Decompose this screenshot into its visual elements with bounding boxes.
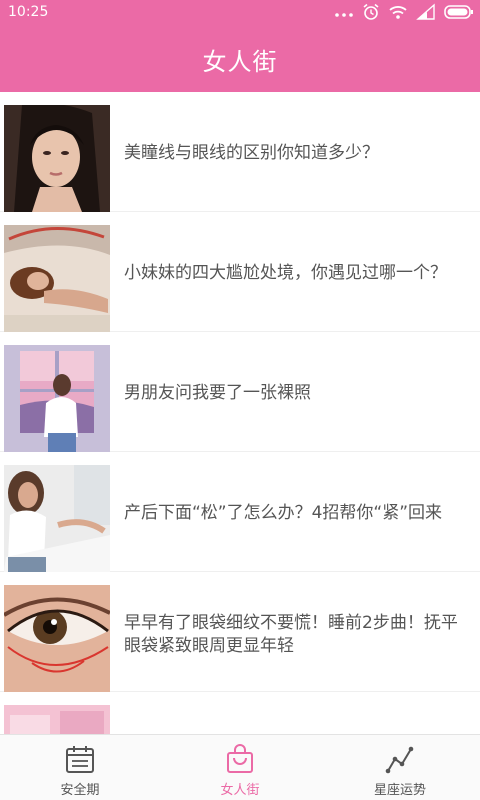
pink-pattern-image [4,705,110,734]
wifi-icon [389,6,407,19]
article-item[interactable]: 美瞳线与眼线的区别你知道多少？ [0,92,480,212]
status-icons [334,3,474,21]
status-time: 10:25 [8,4,49,20]
alarm-icon [363,3,379,20]
article-title: 男朋友问我要了一张裸照 [124,382,311,403]
tab-horoscope[interactable]: 星座运势 [320,735,480,800]
woman-bed-image [4,465,110,572]
woman-lying-sand-photo [4,225,110,332]
girl-window-image [4,345,110,452]
tab-label: 安全期 [60,783,100,798]
woman-portrait-image [4,105,110,212]
shopping-bag-icon [227,744,253,773]
more-dots-icon [335,13,353,17]
page-title: 女人街 [202,47,278,76]
article-title: 早早有了眼袋细纹不要慌！睡前2步曲！抚平眼袋紧致眼周更显年轻 [124,612,458,656]
article-title: 产后下面“松”了怎么办？4招帮你“紧”回来 [124,502,443,523]
woman-portrait-photo [4,105,110,212]
article-item[interactable] [0,692,480,734]
tab-label: 星座运势 [373,783,426,798]
eye-closeup-image [4,585,110,692]
girl-at-window-illustration [4,345,110,452]
tab-women-street[interactable]: 女人街 [160,735,320,800]
article-item[interactable]: 小妹妹的四大尴尬处境，你遇见过哪一个？ [0,212,480,332]
pink-pattern-photo [4,705,110,734]
article-title: 小妹妹的四大尴尬处境，你遇见过哪一个？ [124,262,447,283]
tab-safe-period[interactable]: 安全期 [0,735,160,800]
eye-closeup-photo [4,585,110,692]
tab-label: 女人街 [220,783,260,798]
calendar-icon [66,746,94,773]
article-item[interactable]: 男朋友问我要了一张裸照 [0,332,480,452]
article-item[interactable]: 早早有了眼袋细纹不要慌！睡前2步曲！抚平眼袋紧致眼周更显年轻 [0,572,480,692]
signal-icon [416,3,435,20]
battery-icon [444,5,473,19]
woman-on-bed-photo [4,465,110,572]
trend-line-icon [385,746,414,774]
status-bar: 10:25 [0,0,480,26]
article-title: 美瞳线与眼线的区别你知道多少？ [124,142,379,163]
article-list[interactable]: 美瞳线与眼线的区别你知道多少？ 小妹妹的四大尴尬处境，你遇见过哪一个？ 男朋友问… [0,92,480,734]
woman-lying-image [4,225,110,332]
app-bar: 女人街 [0,26,480,92]
article-item[interactable]: 产后下面“松”了怎么办？4招帮你“紧”回来 [0,452,480,572]
bottom-tab-bar: 安全期 女人街 星座运势 [0,734,480,800]
